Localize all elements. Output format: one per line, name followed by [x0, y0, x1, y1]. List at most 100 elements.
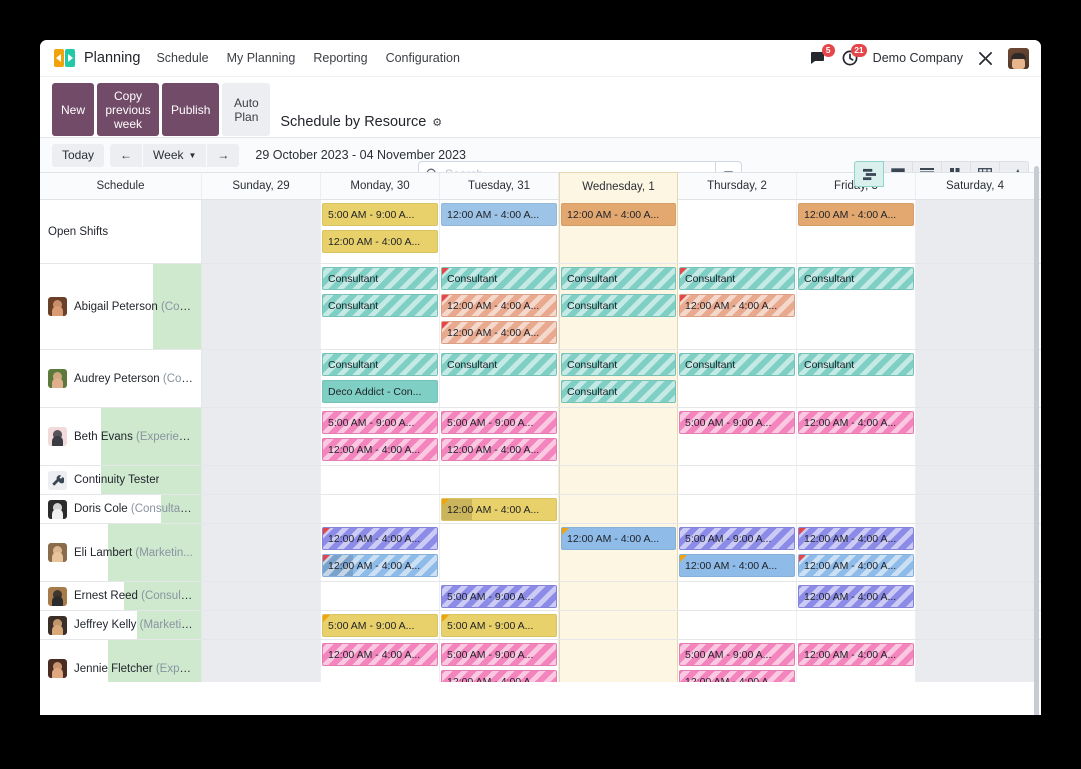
copy-previous-week-button[interactable]: Copy previous week [97, 83, 159, 136]
next-period-button[interactable]: → [207, 144, 239, 167]
gantt-cell[interactable] [202, 200, 321, 263]
gantt-cell[interactable] [559, 640, 678, 682]
gantt-cell[interactable] [678, 495, 797, 523]
shift-pill[interactable]: 12:00 AM - 4:00 A... [322, 554, 438, 577]
gantt-cell[interactable]: 5:00 AM - 9:00 A...12:00 AM - 4:00 A... [321, 200, 440, 263]
gantt-cell[interactable]: ConsultantConsultant [559, 350, 678, 407]
shift-pill[interactable]: 12:00 AM - 4:00 A... [441, 438, 557, 461]
shift-pill[interactable]: 12:00 AM - 4:00 A... [322, 527, 438, 550]
gantt-cell[interactable] [916, 640, 1035, 682]
resource-cell[interactable]: Open Shifts [40, 200, 202, 263]
shift-pill[interactable]: Consultant [798, 267, 914, 290]
shift-pill[interactable]: 5:00 AM - 9:00 A... [441, 411, 557, 434]
shift-pill[interactable]: Consultant [798, 353, 914, 376]
previous-period-button[interactable]: ← [110, 144, 142, 167]
resource-cell[interactable]: Ernest Reed (Consulta... [40, 582, 202, 610]
gantt-cell[interactable] [678, 611, 797, 639]
shift-pill[interactable]: 12:00 AM - 4:00 A... [679, 294, 795, 317]
shift-pill[interactable]: 12:00 AM - 4:00 A... [441, 670, 557, 682]
gantt-cell[interactable] [202, 582, 321, 610]
shift-pill[interactable]: 12:00 AM - 4:00 A... [441, 203, 557, 226]
gantt-cell[interactable]: 12:00 AM - 4:00 A... [440, 495, 559, 523]
shift-pill[interactable]: 12:00 AM - 4:00 A... [322, 438, 438, 461]
resource-cell[interactable]: Audrey Peterson (Con... [40, 350, 202, 407]
gantt-cell[interactable] [916, 350, 1035, 407]
gantt-cell[interactable]: 12:00 AM - 4:00 A... 12:00 AM - 4:00 A... [321, 524, 440, 581]
nav-item-reporting[interactable]: Reporting [313, 51, 367, 65]
gantt-cell[interactable] [202, 466, 321, 494]
gantt-cell[interactable] [202, 408, 321, 465]
gantt-cell[interactable]: 5:00 AM - 9:00 A... 12:00 AM - 4:00 A... [440, 640, 559, 682]
gantt-cell[interactable]: 12:00 AM - 4:00 A... [797, 640, 916, 682]
gantt-cell[interactable] [559, 466, 678, 494]
gantt-cell[interactable]: 12:00 AM - 4:00 A... [797, 408, 916, 465]
resource-cell[interactable]: Eli Lambert (Marketin... [40, 524, 202, 581]
shift-pill[interactable]: 12:00 AM - 4:00 A... [798, 554, 914, 577]
developer-tools-icon[interactable] [976, 49, 995, 68]
shift-pill[interactable]: 5:00 AM - 9:00 A... [441, 643, 557, 666]
gantt-cell[interactable] [559, 495, 678, 523]
shift-pill[interactable]: 12:00 AM - 4:00 A... [798, 643, 914, 666]
gantt-cell[interactable]: Consultant [440, 350, 559, 407]
gantt-cell[interactable] [559, 611, 678, 639]
resource-cell[interactable]: Jennie Fletcher (Exper... [40, 640, 202, 682]
gantt-cell[interactable]: 12:00 AM - 4:00 A... [440, 200, 559, 263]
shift-pill[interactable]: 5:00 AM - 9:00 A... [441, 585, 557, 608]
gantt-cell[interactable] [321, 466, 440, 494]
resource-cell[interactable]: Jeffrey Kelly (Marketin... [40, 611, 202, 639]
shift-pill[interactable]: 12:00 AM - 4:00 A... [441, 498, 557, 521]
gantt-cell[interactable] [916, 582, 1035, 610]
gantt-cell[interactable] [797, 466, 916, 494]
gantt-cell[interactable] [916, 466, 1035, 494]
shift-pill[interactable]: 12:00 AM - 4:00 A... [798, 585, 914, 608]
nav-item-my-planning[interactable]: My Planning [227, 51, 296, 65]
shift-pill[interactable]: 5:00 AM - 9:00 A... [322, 614, 438, 637]
shift-pill[interactable]: Consultant [322, 294, 438, 317]
resource-cell[interactable]: Doris Cole (Consultant) [40, 495, 202, 523]
gantt-cell[interactable] [321, 582, 440, 610]
gantt-cell[interactable]: Consultant [678, 350, 797, 407]
shift-pill[interactable]: Consultant [561, 353, 676, 376]
gantt-cell[interactable] [797, 611, 916, 639]
gantt-cell[interactable]: 12:00 AM - 4:00 A... [797, 200, 916, 263]
gantt-cell[interactable]: 12:00 AM - 4:00 A... [797, 582, 916, 610]
gantt-cell[interactable]: 5:00 AM - 9:00 A... 12:00 AM - 4:00 A... [321, 408, 440, 465]
gantt-cell[interactable]: 12:00 AM - 4:00 A... [559, 200, 678, 263]
vertical-scrollbar[interactable] [1034, 166, 1039, 715]
gantt-cell[interactable]: 5:00 AM - 9:00 A... [440, 582, 559, 610]
gantt-cell[interactable] [440, 524, 559, 581]
shift-pill[interactable]: Consultant [322, 267, 438, 290]
resource-cell[interactable]: Beth Evans (Experienc... [40, 408, 202, 465]
resource-cell[interactable]: Continuity Tester [40, 466, 202, 494]
gantt-cell[interactable] [916, 408, 1035, 465]
gantt-cell[interactable] [797, 495, 916, 523]
gantt-cell[interactable] [916, 524, 1035, 581]
gantt-cell[interactable] [202, 640, 321, 682]
scale-selector[interactable]: Week ▼ [143, 144, 206, 167]
shift-pill[interactable]: 12:00 AM - 4:00 A... [798, 527, 914, 550]
auto-plan-button[interactable]: Auto Plan [222, 83, 270, 136]
gantt-cell[interactable] [321, 495, 440, 523]
company-switcher[interactable]: Demo Company [873, 51, 963, 65]
shift-pill[interactable]: Consultant [441, 353, 557, 376]
view-gantt-button[interactable] [854, 161, 884, 187]
shift-pill[interactable]: Consultant [561, 267, 676, 290]
resource-cell[interactable]: Abigail Peterson (Con... [40, 264, 202, 349]
gantt-cell[interactable]: Consultant [797, 264, 916, 349]
shift-pill[interactable]: Consultant [561, 294, 676, 317]
gantt-cell[interactable]: 5:00 AM - 9:00 A...12:00 AM - 4:00 A... [678, 640, 797, 682]
gantt-cell[interactable] [559, 582, 678, 610]
gantt-cell[interactable] [202, 264, 321, 349]
shift-pill[interactable]: 12:00 AM - 4:00 A... [441, 294, 557, 317]
shift-pill[interactable]: 5:00 AM - 9:00 A... [322, 411, 438, 434]
gantt-cell[interactable] [916, 200, 1035, 263]
gantt-cell[interactable] [678, 200, 797, 263]
gantt-cell[interactable]: Consultant [797, 350, 916, 407]
shift-pill[interactable]: 12:00 AM - 4:00 A... [798, 203, 914, 226]
gantt-cell[interactable] [559, 408, 678, 465]
shift-pill[interactable]: 5:00 AM - 9:00 A... [679, 643, 795, 666]
shift-pill[interactable]: Consultant [322, 353, 438, 376]
shift-pill[interactable]: 12:00 AM - 4:00 A... [441, 321, 557, 344]
shift-pill[interactable]: Consultant [679, 353, 795, 376]
gantt-cell[interactable] [202, 350, 321, 407]
